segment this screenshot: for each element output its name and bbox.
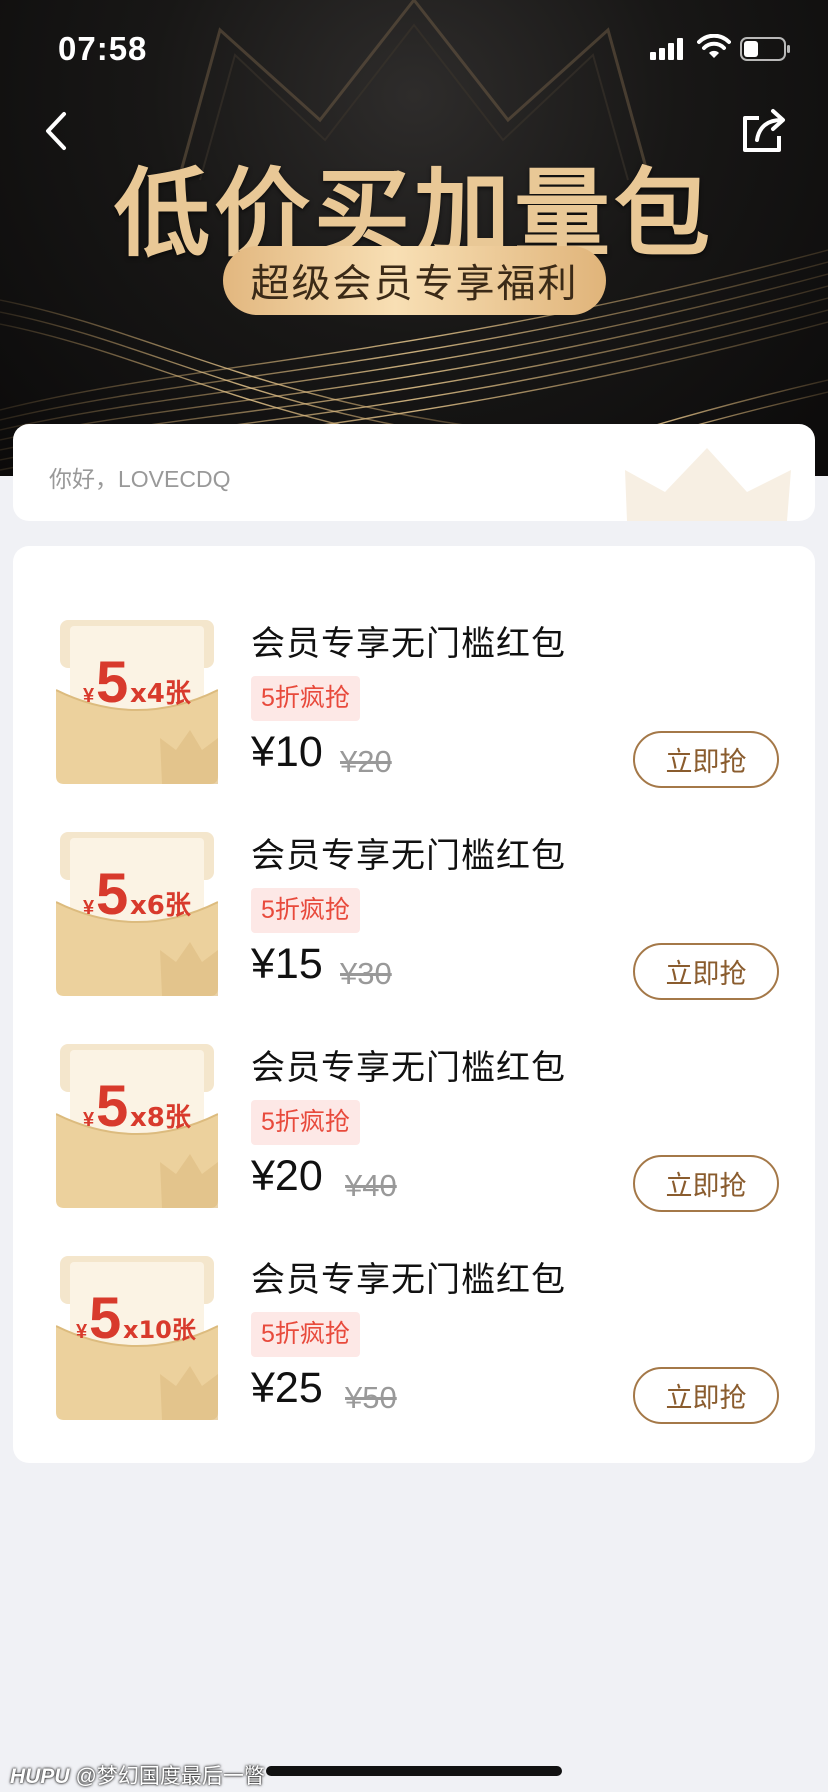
status-time: 07:58 — [58, 30, 148, 67]
discount-tag: 5折疯抢 — [251, 1312, 360, 1357]
buy-now-button[interactable]: 立即抢 — [633, 731, 779, 788]
crown-icon — [625, 448, 791, 521]
buy-now-button[interactable]: 立即抢 — [633, 1367, 779, 1424]
original-price: ¥20 — [340, 744, 392, 779]
red-packet-thumbnail: ¥ 5 x8张 — [56, 1044, 218, 1208]
original-price: ¥50 — [345, 1380, 397, 1415]
svg-text:5: 5 — [96, 862, 128, 927]
list-item: ¥ 5 x8张 会员专享无门槛红包 5折疯抢 ¥20 ¥40 立即抢 — [13, 1030, 815, 1242]
svg-text:¥: ¥ — [76, 1321, 88, 1343]
red-packet-thumbnail: ¥ 5 x10张 — [56, 1256, 218, 1420]
svg-text:¥: ¥ — [83, 685, 95, 707]
battery-icon — [740, 37, 790, 61]
sale-price: ¥25 — [251, 1364, 323, 1412]
svg-text:x8张: x8张 — [130, 1103, 192, 1133]
discount-tag: 5折疯抢 — [251, 676, 360, 721]
buy-now-button[interactable]: 立即抢 — [633, 1155, 779, 1212]
red-packet-thumbnail: ¥ 5 x6张 — [56, 832, 218, 996]
watermark-brand: HUPU — [10, 1765, 70, 1788]
watermark: HUPU @梦幻国度最后一瞥 — [10, 1760, 265, 1790]
hero-banner: 07:58 低价买加量包 超级会员专享福利 — [0, 0, 828, 476]
sale-price: ¥20 — [251, 1152, 323, 1200]
discount-tag: 5折疯抢 — [251, 888, 360, 933]
sale-price: ¥15 — [251, 940, 323, 988]
item-title: 会员专享无门槛红包 — [251, 625, 566, 663]
item-title: 会员专享无门槛红包 — [251, 1049, 566, 1087]
home-indicator[interactable] — [266, 1766, 562, 1776]
svg-text:¥: ¥ — [83, 897, 95, 919]
list-item: ¥ 5 x4张 会员专享无门槛红包 5折疯抢 ¥10 ¥20 立即抢 — [13, 606, 815, 818]
svg-text:5: 5 — [96, 1074, 128, 1139]
item-title: 会员专享无门槛红包 — [251, 1261, 566, 1299]
svg-text:5: 5 — [96, 650, 128, 715]
greeting-text: 你好，LOVECDQ — [49, 466, 231, 492]
package-list: ¥ 5 x4张 会员专享无门槛红包 5折疯抢 ¥10 ¥20 立即抢 ¥ 5 x… — [13, 546, 815, 1463]
original-price: ¥40 — [345, 1168, 397, 1203]
original-price: ¥30 — [340, 956, 392, 991]
sale-price: ¥10 — [251, 728, 323, 776]
watermark-text: @梦幻国度最后一瞥 — [75, 1765, 265, 1788]
svg-text:5: 5 — [89, 1286, 121, 1351]
status-bar: 07:58 — [0, 0, 828, 96]
wifi-icon — [697, 34, 731, 58]
red-packet-thumbnail: ¥ 5 x4张 — [56, 620, 218, 784]
svg-text:x6张: x6张 — [130, 891, 192, 921]
list-item: ¥ 5 x6张 会员专享无门槛红包 5折疯抢 ¥15 ¥30 立即抢 — [13, 818, 815, 1030]
svg-text:x10张: x10张 — [123, 1316, 197, 1344]
discount-tag: 5折疯抢 — [251, 1100, 360, 1145]
cellular-signal-icon — [650, 38, 683, 60]
list-item: ¥ 5 x10张 会员专享无门槛红包 5折疯抢 ¥25 ¥50 立即抢 — [13, 1242, 815, 1454]
item-title: 会员专享无门槛红包 — [251, 837, 566, 875]
buy-now-button[interactable]: 立即抢 — [633, 943, 779, 1000]
svg-text:¥: ¥ — [83, 1109, 95, 1131]
member-benefit-badge: 超级会员专享福利 — [223, 246, 606, 315]
greeting-card: 你好，LOVECDQ — [13, 424, 815, 521]
svg-text:x4张: x4张 — [130, 679, 192, 709]
